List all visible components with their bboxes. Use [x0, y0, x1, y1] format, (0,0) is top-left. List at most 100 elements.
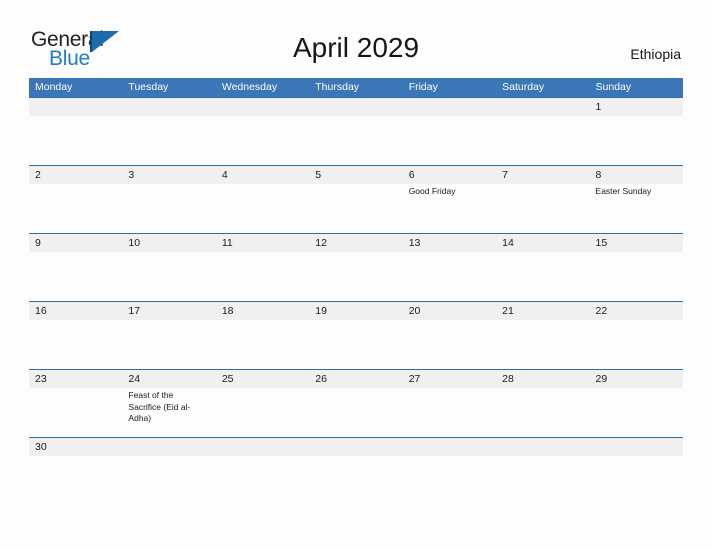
- date-number[interactable]: [496, 98, 589, 116]
- day-event-text[interactable]: [590, 116, 683, 165]
- date-number[interactable]: [403, 438, 496, 456]
- day-header-wednesday: Wednesday: [221, 81, 278, 93]
- date-number[interactable]: 1: [590, 98, 683, 116]
- date-number[interactable]: 23: [29, 370, 122, 388]
- date-number[interactable]: 13: [403, 234, 496, 252]
- day-event-text[interactable]: [309, 184, 402, 233]
- date-number[interactable]: 22: [590, 302, 683, 320]
- date-number[interactable]: 29: [590, 370, 683, 388]
- date-number[interactable]: 17: [122, 302, 215, 320]
- day-event-text[interactable]: [403, 252, 496, 301]
- day-event-text[interactable]: [216, 388, 309, 437]
- day-event-text[interactable]: [496, 388, 589, 437]
- day-header-thursday: Thursday: [315, 81, 360, 93]
- page-header: General Blue April 2029 Ethiopia: [0, 0, 712, 76]
- date-number[interactable]: 30: [29, 438, 122, 456]
- date-number[interactable]: 8: [590, 166, 683, 184]
- day-event-text[interactable]: [309, 320, 402, 369]
- day-event-text[interactable]: [403, 116, 496, 165]
- day-event-text[interactable]: [309, 252, 402, 301]
- day-event-text[interactable]: [29, 116, 122, 165]
- date-number[interactable]: [309, 438, 402, 456]
- day-event-text[interactable]: [29, 184, 122, 233]
- date-number[interactable]: 4: [216, 166, 309, 184]
- date-number[interactable]: 20: [403, 302, 496, 320]
- day-event-text[interactable]: [403, 388, 496, 437]
- day-event-text[interactable]: [122, 252, 215, 301]
- day-event-text[interactable]: [403, 320, 496, 369]
- calendar-week-row: 30: [29, 437, 683, 456]
- calendar-week-row: 2 3 4 5 6 7 8 Good Friday Easter Sunday: [29, 165, 683, 233]
- date-number[interactable]: 15: [590, 234, 683, 252]
- week-date-band: 16 17 18 19 20 21 22: [29, 302, 683, 320]
- date-number[interactable]: [496, 438, 589, 456]
- week-date-band: 2 3 4 5 6 7 8: [29, 166, 683, 184]
- day-event-text[interactable]: [29, 320, 122, 369]
- calendar-week-row: 23 24 25 26 27 28 29 Feast of the Sacrif…: [29, 369, 683, 437]
- day-event-text[interactable]: [309, 116, 402, 165]
- date-number[interactable]: 18: [216, 302, 309, 320]
- date-number[interactable]: [29, 98, 122, 116]
- date-number[interactable]: 16: [29, 302, 122, 320]
- calendar-week-row: 16 17 18 19 20 21 22: [29, 301, 683, 369]
- date-number[interactable]: [216, 438, 309, 456]
- day-event-text[interactable]: [496, 320, 589, 369]
- date-number[interactable]: 12: [309, 234, 402, 252]
- date-number[interactable]: 9: [29, 234, 122, 252]
- date-number[interactable]: [216, 98, 309, 116]
- calendar-week-row: 1: [29, 97, 683, 165]
- date-number[interactable]: 7: [496, 166, 589, 184]
- date-number[interactable]: 14: [496, 234, 589, 252]
- day-header-saturday: Saturday: [502, 81, 545, 93]
- day-event-text[interactable]: Good Friday: [403, 184, 496, 233]
- date-number[interactable]: 10: [122, 234, 215, 252]
- day-event-text[interactable]: [590, 320, 683, 369]
- date-number[interactable]: 11: [216, 234, 309, 252]
- page-title: April 2029: [292, 32, 420, 63]
- date-number[interactable]: 6: [403, 166, 496, 184]
- date-number[interactable]: 24: [122, 370, 215, 388]
- date-number[interactable]: 5: [309, 166, 402, 184]
- day-event-text[interactable]: [496, 184, 589, 233]
- day-event-text[interactable]: [216, 320, 309, 369]
- week-event-band: [29, 116, 683, 165]
- day-event-text[interactable]: [590, 252, 683, 301]
- day-event-text[interactable]: Feast of the Sacrifice (Eid al-Adha): [122, 388, 215, 437]
- day-event-text[interactable]: [216, 184, 309, 233]
- date-number[interactable]: 2: [29, 166, 122, 184]
- week-event-band: Feast of the Sacrifice (Eid al-Adha): [29, 388, 683, 437]
- date-number[interactable]: 19: [309, 302, 402, 320]
- day-event-text[interactable]: [216, 252, 309, 301]
- date-number[interactable]: [590, 438, 683, 456]
- date-number[interactable]: 25: [216, 370, 309, 388]
- week-event-band: [29, 320, 683, 369]
- calendar-week-row: 9 10 11 12 13 14 15: [29, 233, 683, 301]
- day-header-sunday: Sunday: [595, 81, 632, 93]
- day-event-text[interactable]: [122, 320, 215, 369]
- date-number[interactable]: [309, 98, 402, 116]
- calendar-page: General Blue April 2029 Ethiopia Monday …: [0, 0, 712, 550]
- date-number[interactable]: [403, 98, 496, 116]
- day-header-friday: Friday: [408, 81, 438, 93]
- day-event-text[interactable]: [122, 184, 215, 233]
- day-event-text[interactable]: [29, 388, 122, 437]
- date-number[interactable]: [122, 98, 215, 116]
- date-number[interactable]: 27: [403, 370, 496, 388]
- date-number[interactable]: 21: [496, 302, 589, 320]
- day-header-monday: Monday: [35, 81, 73, 93]
- day-event-text[interactable]: [309, 388, 402, 437]
- date-number[interactable]: 26: [309, 370, 402, 388]
- date-number[interactable]: 28: [496, 370, 589, 388]
- day-event-text[interactable]: Easter Sunday: [590, 184, 683, 233]
- day-event-text[interactable]: [496, 252, 589, 301]
- day-event-text[interactable]: [216, 116, 309, 165]
- week-event-band: [29, 252, 683, 301]
- region-label: Ethiopia: [630, 46, 681, 62]
- day-event-text[interactable]: [496, 116, 589, 165]
- day-event-text[interactable]: [590, 388, 683, 437]
- date-number[interactable]: [122, 438, 215, 456]
- week-date-band: 23 24 25 26 27 28 29: [29, 370, 683, 388]
- day-event-text[interactable]: [29, 252, 122, 301]
- date-number[interactable]: 3: [122, 166, 215, 184]
- day-event-text[interactable]: [122, 116, 215, 165]
